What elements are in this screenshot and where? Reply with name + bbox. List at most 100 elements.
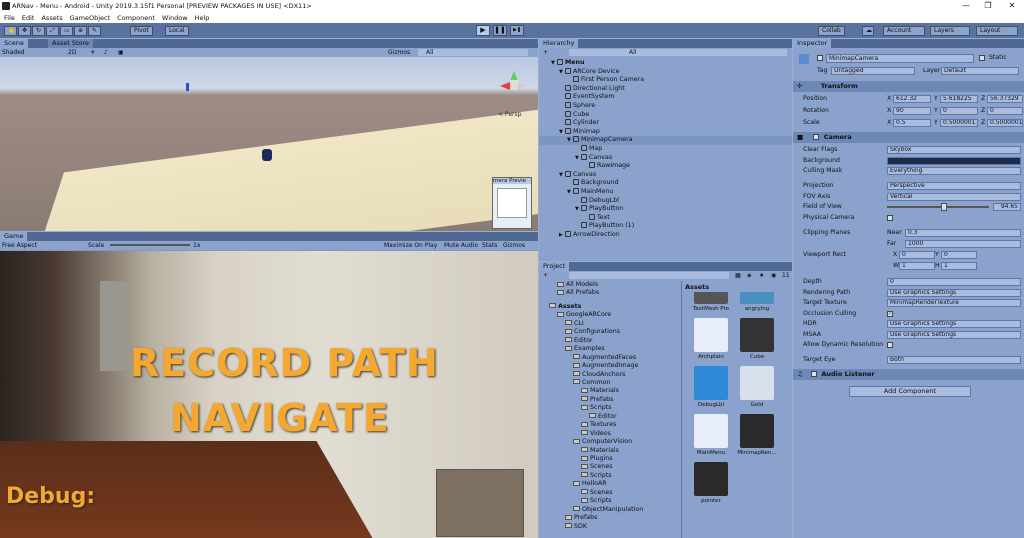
hdr-dropdown[interactable]: Use Graphics Settings bbox=[887, 320, 1021, 328]
object-name-input[interactable]: MinimapCamera bbox=[826, 54, 974, 63]
project-folder[interactable]: Textures bbox=[539, 421, 681, 430]
custom-tool-icon[interactable]: ✎ bbox=[88, 25, 101, 36]
layout-dropdown[interactable]: Layout bbox=[976, 25, 1018, 36]
audio-listener-checkbox[interactable] bbox=[811, 371, 818, 377]
project-folder[interactable]: All Models bbox=[539, 281, 681, 290]
navigate-button[interactable]: NAVIGATE bbox=[170, 396, 390, 440]
asset-item[interactable]: Archplain bbox=[691, 318, 731, 360]
transform-tool-icon[interactable]: ⊕ bbox=[74, 25, 87, 36]
add-component-button[interactable]: Add Component bbox=[849, 386, 971, 397]
persp-label[interactable]: < Persp bbox=[498, 111, 521, 118]
project-folder[interactable]: Examples bbox=[539, 345, 681, 354]
depth-input[interactable]: 0 bbox=[887, 278, 1021, 286]
hierarchy-item[interactable]: First Person Camera bbox=[539, 76, 792, 85]
target-texture-field[interactable]: MinimapRenderTexture bbox=[887, 299, 1021, 307]
favorite-icon[interactable]: ★ bbox=[759, 271, 764, 280]
project-folder[interactable]: Materials bbox=[539, 387, 681, 396]
hierarchy-item[interactable]: ▼ MinimapCamera bbox=[539, 136, 792, 145]
project-folder[interactable]: Scenes bbox=[539, 489, 681, 498]
light-icon[interactable]: ☀ bbox=[90, 48, 95, 57]
cloud-icon[interactable]: ☁ bbox=[862, 25, 874, 36]
orientation-gizmo-icon[interactable] bbox=[500, 71, 528, 99]
tab-scene[interactable]: Scene bbox=[0, 39, 28, 48]
project-folder[interactable]: GoogleARCore bbox=[539, 311, 681, 320]
tab-game[interactable]: Game bbox=[0, 232, 28, 241]
play-button[interactable]: ▶ bbox=[476, 25, 490, 36]
project-folder[interactable]: Prefabs bbox=[539, 396, 681, 405]
hierarchy-item[interactable]: ▼ PlayButton bbox=[539, 205, 792, 214]
dynamic-resolution-checkbox[interactable] bbox=[887, 342, 893, 348]
project-folder[interactable]: Materials bbox=[539, 447, 681, 456]
pause-button[interactable]: ❚❚ bbox=[493, 25, 507, 36]
physical-camera-checkbox[interactable] bbox=[887, 215, 893, 221]
2d-toggle[interactable]: 2D bbox=[68, 48, 76, 57]
maximize-on-play-toggle[interactable]: Maximize On Play bbox=[384, 241, 437, 250]
rotation-y-input[interactable]: 0 bbox=[940, 107, 978, 115]
menu-file[interactable]: File bbox=[4, 14, 15, 22]
mute-audio-toggle[interactable]: Mute Audio bbox=[444, 241, 478, 250]
project-folder[interactable]: Prefabs bbox=[539, 514, 681, 523]
project-folder[interactable]: CLI bbox=[539, 320, 681, 329]
rect-tool-icon[interactable]: ▭ bbox=[60, 25, 73, 36]
scale-slider[interactable] bbox=[110, 244, 190, 246]
asset-item[interactable]: MainMenu bbox=[691, 414, 731, 456]
layers-dropdown[interactable]: Layers bbox=[930, 25, 970, 36]
msaa-dropdown[interactable]: Use Graphics Settings bbox=[887, 330, 1021, 339]
near-input[interactable]: 0.3 bbox=[905, 229, 1021, 237]
project-folder[interactable]: Scenes bbox=[539, 463, 681, 472]
asset-item[interactable]: TextMesh Pro bbox=[691, 292, 731, 312]
tag-dropdown[interactable]: Untagged bbox=[831, 67, 915, 75]
viewport-y-input[interactable]: 0 bbox=[941, 251, 977, 259]
asset-item[interactable]: Gold bbox=[737, 366, 777, 408]
shading-dropdown[interactable]: Shaded bbox=[2, 48, 25, 57]
layer-dropdown[interactable]: Default bbox=[941, 67, 1019, 75]
collab-button[interactable]: Collab bbox=[818, 25, 845, 36]
tab-project[interactable]: Project bbox=[539, 262, 570, 271]
project-folder[interactable]: Plugins bbox=[539, 455, 681, 464]
hierarchy-item[interactable]: Cylinder bbox=[539, 119, 792, 128]
project-folder[interactable]: Editor bbox=[539, 337, 681, 346]
project-folder[interactable]: HelloAR bbox=[539, 480, 681, 489]
menu-component[interactable]: Component bbox=[117, 14, 155, 22]
hierarchy-item[interactable]: ▶ ArrowDirection bbox=[539, 231, 792, 240]
hierarchy-item[interactable]: EventSystem bbox=[539, 93, 792, 102]
far-input[interactable]: 1000 bbox=[905, 239, 1021, 248]
tab-hierarchy[interactable]: Hierarchy bbox=[539, 39, 579, 48]
asset-item[interactable]: DebugLbl bbox=[691, 366, 731, 408]
asset-item[interactable]: angrylng bbox=[737, 292, 777, 312]
audio-icon[interactable]: ♪ bbox=[104, 48, 108, 57]
position-x-input[interactable]: 612.32 bbox=[893, 95, 931, 103]
project-create-button[interactable]: + bbox=[543, 271, 548, 280]
account-dropdown[interactable]: Account bbox=[883, 25, 925, 36]
project-folder[interactable]: Scripts bbox=[539, 472, 681, 481]
hierarchy-item[interactable]: PlayButton (1) bbox=[539, 222, 792, 231]
project-folder[interactable]: All Prefabs bbox=[539, 289, 681, 298]
viewport-w-input[interactable]: 1 bbox=[899, 261, 935, 270]
target-eye-dropdown[interactable]: Both bbox=[887, 356, 1021, 364]
background-color-field[interactable] bbox=[887, 156, 1021, 165]
project-folder[interactable]: Assets bbox=[539, 303, 681, 312]
scale-z-input[interactable]: 0.5000001 bbox=[987, 119, 1023, 127]
project-folder[interactable]: Scripts bbox=[539, 404, 681, 413]
hierarchy-item[interactable]: Background bbox=[539, 179, 792, 188]
scene-search-input[interactable]: All bbox=[418, 49, 528, 56]
tab-asset-store[interactable]: Asset Store bbox=[48, 39, 94, 48]
record-path-button[interactable]: RECORD PATH bbox=[130, 341, 439, 385]
hierarchy-item[interactable]: ▼ MainMenu bbox=[539, 188, 792, 197]
hierarchy-item[interactable]: Cube bbox=[539, 110, 792, 120]
asset-item[interactable]: Cube bbox=[737, 318, 777, 360]
gizmos-dropdown[interactable]: Gizmos bbox=[388, 48, 410, 57]
step-button[interactable]: ▶❚ bbox=[510, 25, 524, 36]
close-button[interactable]: ✕ bbox=[1002, 0, 1022, 12]
tab-inspector[interactable]: Inspector bbox=[793, 39, 832, 48]
fov-slider[interactable] bbox=[887, 206, 989, 208]
eye-icon[interactable]: ◉ bbox=[771, 271, 776, 280]
hierarchy-search-input[interactable]: All bbox=[569, 49, 787, 56]
rendering-path-dropdown[interactable]: Use Graphics Settings bbox=[887, 288, 1021, 297]
fov-slider-handle[interactable] bbox=[941, 203, 947, 211]
occlusion-culling-checkbox[interactable]: ✓ bbox=[887, 310, 893, 317]
minimize-button[interactable]: — bbox=[956, 0, 976, 12]
asset-item[interactable]: pointer bbox=[691, 462, 731, 504]
transform-header[interactable]: ✢ Transform bbox=[793, 81, 1024, 92]
project-folder[interactable]: ComputerVision bbox=[539, 438, 681, 447]
